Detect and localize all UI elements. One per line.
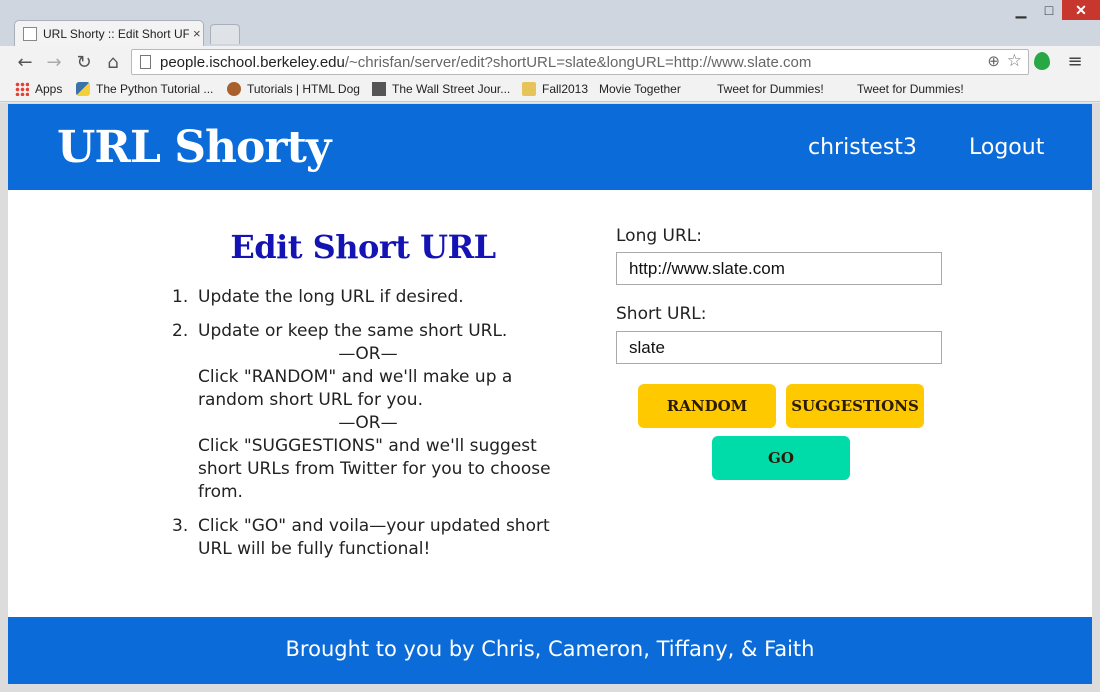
site-logo[interactable]: URL Shorty (57, 122, 331, 173)
maximize-icon[interactable]: □ (1036, 0, 1062, 20)
page-favicon-icon (23, 26, 37, 41)
dog-icon (227, 82, 241, 96)
minimize-icon[interactable]: ▁ (1006, 0, 1036, 20)
bookmark-label: The Wall Street Jour... (392, 82, 511, 96)
bookmark-label: Tutorials | HTML Dog (247, 82, 360, 96)
bookmark-html-dog[interactable]: Tutorials | HTML Dog (227, 82, 360, 96)
page-icon (140, 55, 151, 69)
long-url-input[interactable] (616, 252, 942, 285)
tab-title: URL Shorty :: Edit Short UF (43, 26, 189, 41)
python-icon (76, 82, 90, 96)
list-item: 1. Update the long URL if desired. (172, 287, 464, 307)
site-header: URL Shorty christest3 Logout (8, 104, 1092, 190)
step-1-text: Update the long URL if desired. (198, 287, 464, 307)
bookmark-tweet-for-dummies-2[interactable]: Tweet for Dummies! (857, 82, 964, 200)
short-url-label: Short URL: (616, 304, 707, 324)
go-button[interactable]: GO (712, 436, 850, 480)
short-url-input[interactable] (616, 331, 942, 364)
bookmarks-bar: Apps The Python Tutorial ... Tutorials |… (0, 78, 1100, 200)
browser-titlebar: URL Shorty :: Edit Short UF × ▁ □ ✕ (0, 0, 1100, 46)
step-2-suggestions-text: Click "SUGGESTIONS" and we'll suggest sh… (198, 436, 551, 502)
folder-icon (522, 82, 536, 96)
new-tab-button[interactable] (210, 24, 240, 44)
bookmark-star-icon[interactable]: ☆ (1007, 51, 1022, 71)
close-window-icon[interactable]: ✕ (1062, 0, 1100, 20)
bookmark-movie-together[interactable]: Movie Together (599, 82, 681, 200)
browser-toolbar: ← → ↻ ⌂ people.ischool.berkeley.edu /~ch… (0, 46, 1100, 78)
url-host: people.ischool.berkeley.edu (160, 53, 345, 71)
bookmark-tweet-for-dummies[interactable]: Tweet for Dummies! (717, 82, 824, 200)
footer-credits: Brought to you by Chris, Cameron, Tiffan… (285, 637, 815, 661)
step-2-random-text: Click "RANDOM" and we'll make up a rando… (198, 367, 513, 410)
reload-icon[interactable]: ↻ (72, 50, 96, 74)
page-title: Edit Short URL (230, 228, 496, 266)
bookmark-label: Movie Together (599, 82, 681, 96)
bookmark-label: Tweet for Dummies! (857, 82, 964, 96)
browser-tab[interactable]: URL Shorty :: Edit Short UF × (14, 20, 204, 46)
bookmark-label: The Python Tutorial ... (96, 82, 214, 96)
or-separator: —OR— (338, 413, 398, 433)
address-bar[interactable]: people.ischool.berkeley.edu /~chrisfan/s… (131, 49, 1029, 75)
extension-icon[interactable] (1034, 52, 1050, 70)
back-arrow-icon[interactable]: ← (13, 50, 37, 74)
username-link[interactable]: christest3 (808, 135, 917, 160)
tab-close-icon[interactable]: × (193, 26, 201, 41)
home-icon[interactable]: ⌂ (101, 50, 125, 74)
logout-link[interactable]: Logout (969, 135, 1044, 160)
random-button[interactable]: RANDOM (638, 384, 776, 428)
bookmark-label: Apps (35, 82, 63, 96)
apps-icon (15, 82, 29, 96)
step-2-text: Update or keep the same short URL. (198, 321, 508, 341)
instructions-list: 1. Update the long URL if desired. 2. Up… (168, 286, 578, 572)
list-item: 3. Click "GO" and voila—your updated sho… (172, 516, 550, 559)
or-separator: —OR— (338, 344, 398, 364)
bookmark-label: Fall2013 (542, 82, 589, 96)
suggestions-button[interactable]: SUGGESTIONS (786, 384, 924, 428)
bookmark-fall2013[interactable]: Fall2013 (522, 82, 588, 96)
url-path: /~chrisfan/server/edit?shortURL=slate&lo… (344, 53, 812, 71)
page: URL Shorty christest3 Logout Edit Short … (8, 104, 1092, 684)
long-url-label: Long URL: (616, 226, 702, 246)
bookmark-python-tutorial[interactable]: The Python Tutorial ... (76, 82, 213, 96)
bookmark-label: Tweet for Dummies! (717, 82, 824, 96)
zoom-icon[interactable]: ⊕ (987, 52, 1000, 70)
step-3-text: Click "GO" and voila—your updated short … (198, 516, 550, 559)
bookmark-wsj[interactable]: The Wall Street Jour... (372, 82, 510, 96)
wsj-icon (372, 82, 386, 96)
forward-arrow-icon[interactable]: → (42, 50, 66, 74)
site-footer: Brought to you by Chris, Cameron, Tiffan… (8, 617, 1092, 684)
bookmark-apps[interactable]: Apps (15, 82, 62, 96)
chrome-menu-icon[interactable]: ≡ (1066, 50, 1084, 72)
list-item: 2. Update or keep the same short URL. —O… (168, 320, 578, 504)
